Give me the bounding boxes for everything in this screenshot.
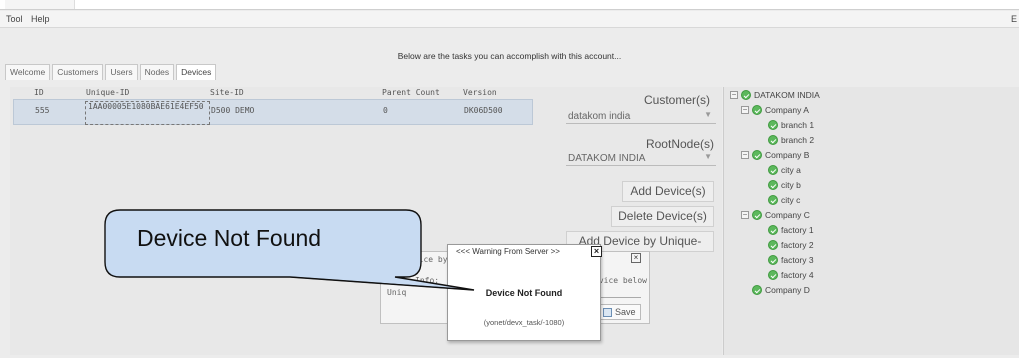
dialog-title: evice by — [409, 255, 448, 264]
cell-site-id: D500 DEMO — [211, 106, 255, 115]
collapse-icon[interactable]: − — [741, 211, 749, 219]
page-subtitle: Below are the tasks you can accomplish w… — [397, 51, 622, 61]
node-icon — [752, 285, 762, 295]
tree-node-label: factory 1 — [781, 225, 814, 235]
unique-id-label: Uniq — [387, 288, 407, 297]
tree-node-label: factory 2 — [781, 240, 814, 250]
customer-label: Customer(s) — [643, 93, 710, 107]
tree-node[interactable]: city b — [768, 180, 801, 190]
tree-node[interactable]: branch 2 — [768, 135, 814, 145]
customer-select-value: datakom india — [568, 111, 631, 122]
browser-tab[interactable] — [5, 0, 75, 9]
tree-node[interactable]: factory 4 — [768, 270, 814, 280]
info-text: evice below — [594, 276, 647, 285]
close-icon[interactable]: × — [631, 253, 641, 263]
node-icon — [768, 135, 778, 145]
node-icon — [768, 240, 778, 250]
node-icon — [768, 180, 778, 190]
cell-parent-count: 0 — [383, 106, 388, 115]
main-tabs: Welcome Customers Users Nodes Devices — [5, 64, 218, 80]
tree-node-label: branch 1 — [781, 120, 815, 130]
tree-node[interactable]: Company D — [752, 285, 810, 295]
grid-header: ID Unique-ID Site-ID Parent Count Versio… — [13, 88, 533, 99]
floppy-icon — [603, 307, 612, 317]
node-tree: − DATAKOM INDIA − Company A branch 1 bran… — [723, 87, 1019, 355]
tree-node-label: Company C — [765, 210, 810, 220]
tab-users[interactable]: Users — [105, 64, 138, 80]
node-icon — [768, 255, 778, 265]
tree-node-label: DATAKOM INDIA — [754, 90, 820, 100]
tree-node-label: factory 3 — [781, 255, 814, 265]
cell-unique-id: 1AA00005E1080BAE61E4EF50 — [88, 102, 204, 111]
tree-node-label: factory 4 — [781, 270, 814, 280]
tab-customers[interactable]: Customers — [52, 64, 104, 80]
delete-devices-button[interactable]: Delete Device(s) — [611, 206, 714, 227]
tab-welcome[interactable]: Welcome — [5, 64, 51, 80]
tree-node[interactable]: city c — [768, 195, 800, 205]
node-icon — [768, 120, 778, 130]
node-icon — [741, 90, 751, 100]
node-icon — [768, 270, 778, 280]
close-icon[interactable]: × — [591, 246, 602, 257]
rootnode-label: RootNode(s) — [645, 137, 714, 151]
tree-node[interactable]: − Company A — [741, 105, 809, 115]
node-icon — [768, 195, 778, 205]
tree-node-label: Company D — [765, 285, 810, 295]
col-header-version[interactable]: Version — [463, 88, 497, 97]
customer-select[interactable]: datakom india ▼ — [566, 108, 716, 124]
tree-node[interactable]: city a — [768, 165, 801, 175]
collapse-icon[interactable]: − — [741, 106, 749, 114]
tree-node-label: city a — [781, 165, 801, 175]
collapse-icon[interactable]: − — [730, 91, 738, 99]
tree-node-label: Company A — [765, 105, 809, 115]
menu-tool[interactable]: Tool — [6, 14, 23, 24]
warning-message: Device Not Found — [485, 288, 563, 298]
col-header-unique-id[interactable]: Unique-ID — [86, 88, 129, 97]
menu-help[interactable]: Help — [31, 14, 50, 24]
add-devices-button[interactable]: Add Device(s) — [622, 181, 714, 202]
warning-dialog: <<< Warning From Server >> × Device Not … — [447, 244, 602, 341]
col-header-parent-count[interactable]: Parent Count — [382, 88, 440, 97]
chevron-down-icon: ▼ — [704, 152, 712, 161]
tree-node-root[interactable]: − DATAKOM INDIA — [730, 90, 820, 100]
node-icon — [752, 105, 762, 115]
tab-nodes[interactable]: Nodes — [139, 64, 175, 80]
callout-label: Device Not Found — [137, 225, 322, 251]
node-icon — [752, 150, 762, 160]
node-icon — [768, 165, 778, 175]
collapse-icon[interactable]: − — [741, 151, 749, 159]
tree-node-label: city b — [781, 180, 801, 190]
cell-id: 555 — [35, 106, 50, 115]
warning-title: <<< Warning From Server >> — [456, 247, 560, 256]
chevron-down-icon: ▼ — [704, 110, 712, 119]
menu-right-stub[interactable]: E — [1011, 14, 1017, 24]
save-label: Save — [615, 307, 636, 317]
tree-node[interactable]: branch 1 — [768, 120, 814, 130]
rootnode-select[interactable]: DATAKOM INDIA ▼ — [566, 150, 716, 166]
table-row[interactable]: 555 1AA00005E1080BAE61E4EF50 D500 DEMO 0… — [13, 99, 533, 125]
tree-node[interactable]: − Company B — [741, 150, 809, 160]
tree-node[interactable]: − Company C — [741, 210, 810, 220]
rootnode-select-value: DATAKOM INDIA — [568, 153, 646, 164]
cell-version: DK06D500 — [464, 106, 503, 115]
devices-grid: ID Unique-ID Site-ID Parent Count Versio… — [13, 88, 533, 125]
browser-strip — [0, 0, 1019, 10]
save-button[interactable]: Save — [598, 304, 641, 320]
tab-devices[interactable]: Devices — [176, 64, 217, 80]
tree-node-label: Company B — [765, 150, 810, 160]
tree-node[interactable]: factory 2 — [768, 240, 814, 250]
col-header-id[interactable]: ID — [34, 88, 44, 97]
info-label: Info: — [415, 276, 440, 285]
menu-bar: Tool Help E — [0, 11, 1019, 28]
tree-node[interactable]: factory 3 — [768, 255, 814, 265]
node-icon — [752, 210, 762, 220]
warning-code: (yonet/devx_task/-1080) — [483, 318, 565, 327]
node-icon — [768, 225, 778, 235]
tree-node-label: branch 2 — [781, 135, 815, 145]
col-header-site-id[interactable]: Site-ID — [210, 88, 244, 97]
tree-node[interactable]: factory 1 — [768, 225, 814, 235]
tree-node-label: city c — [781, 195, 801, 205]
